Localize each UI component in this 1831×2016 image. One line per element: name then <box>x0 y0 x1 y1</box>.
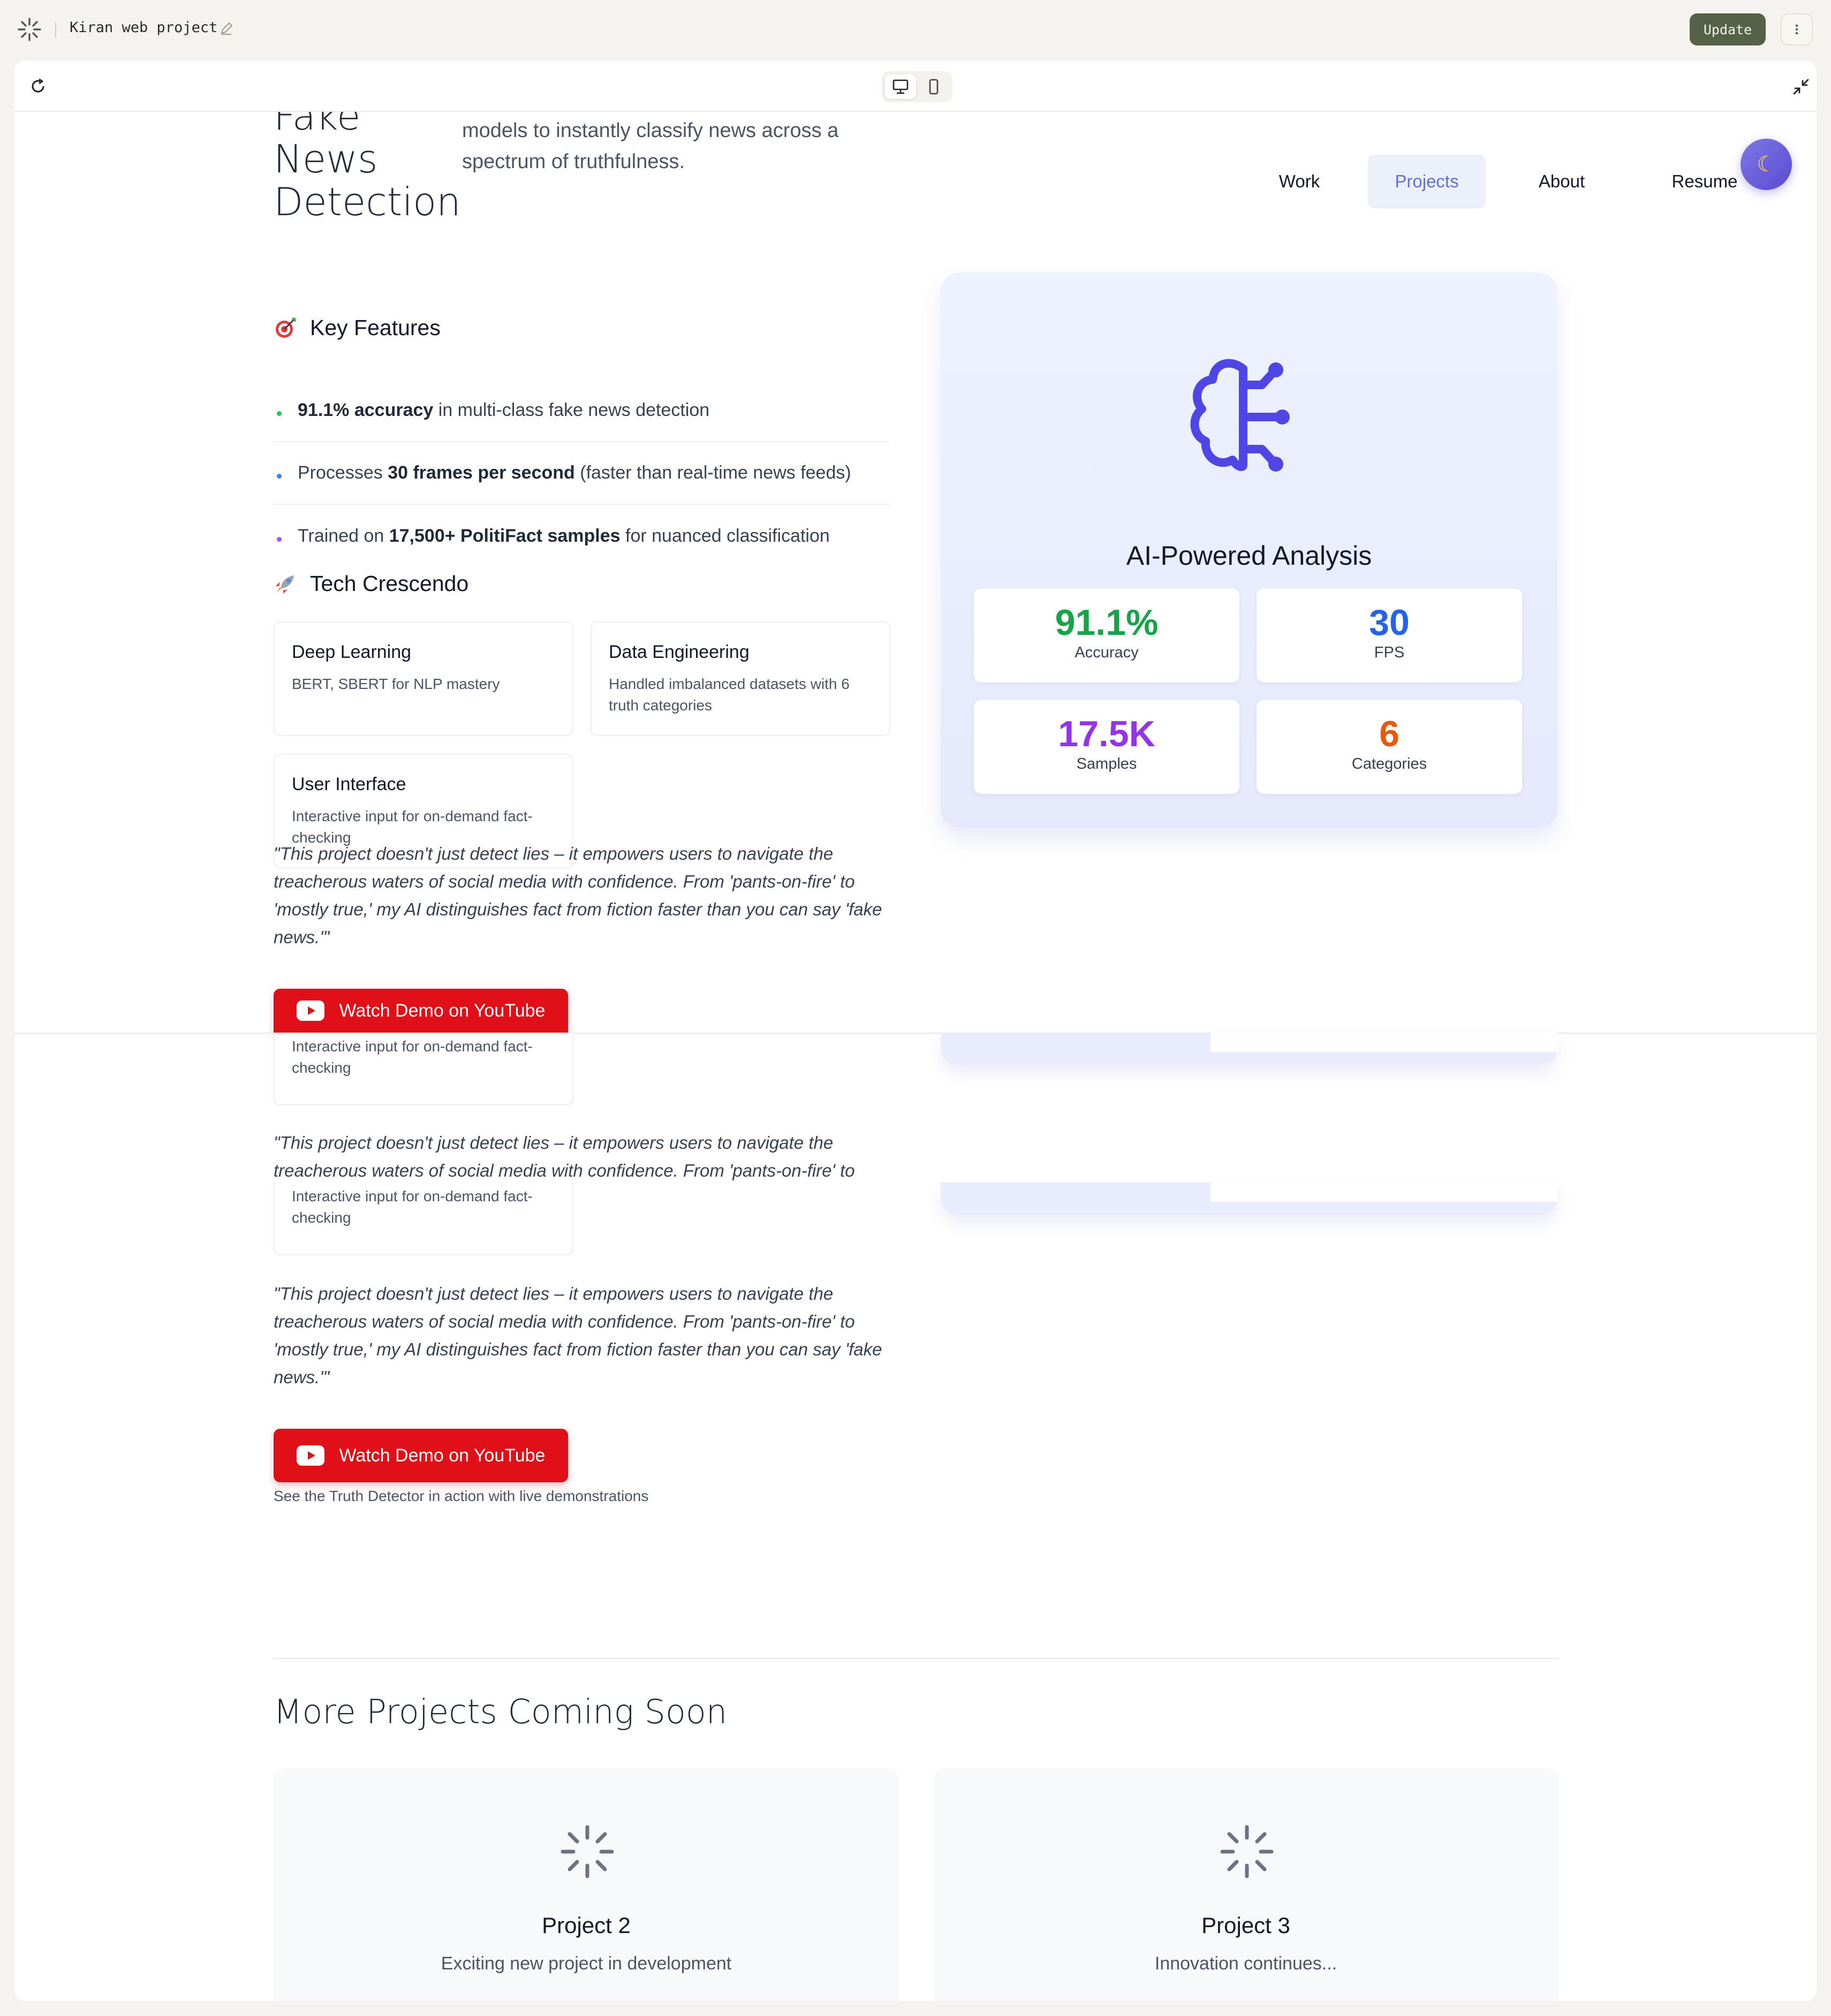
stat-label: Categories <box>1351 755 1427 772</box>
tech-card-desc: Interactive input for on-demand fact-che… <box>292 1188 533 1226</box>
mobile-view-button[interactable] <box>918 74 949 99</box>
dark-mode-toggle[interactable]: ☾ <box>1741 139 1792 190</box>
tech-card-title: Deep Learning <box>292 642 412 662</box>
project-description: models to instantly classify news across… <box>462 119 839 173</box>
project-card-desc: Innovation continues... <box>1154 1953 1337 1974</box>
tech-card-desc: BERT, SBERT for NLP mastery <box>292 676 500 692</box>
rocket-icon <box>276 575 294 594</box>
target-icon <box>276 317 296 338</box>
refresh-icon[interactable] <box>29 78 47 95</box>
youtube-button-label: Watch Demo on YouTube <box>339 1000 546 1021</box>
nav-work[interactable]: Work <box>1246 155 1353 208</box>
stat-card: 91.1% Accuracy <box>974 588 1239 683</box>
tech-card: Data Engineering Handled imbalanced data… <box>591 622 890 736</box>
bullet-dot <box>277 537 282 542</box>
section-title: Key Features <box>310 315 441 340</box>
project-quote: "This project doesn't just detect lies –… <box>274 1284 882 1387</box>
card-fragment <box>941 1183 1557 1215</box>
project-quote: "This project doesn't just detect lies –… <box>274 844 882 947</box>
device-toggle <box>882 71 952 102</box>
card-notch <box>1210 1033 1557 1052</box>
project-name[interactable]: Kiran web project <box>70 19 217 36</box>
tech-crescendo-heading: Tech Crescendo <box>274 571 468 596</box>
section-divider <box>274 1658 1558 1659</box>
project-card-2[interactable]: Project 2 Exciting new project in develo… <box>274 1768 899 2001</box>
key-features-heading: Key Features <box>274 315 441 340</box>
feature-text: Trained on 17,500+ PolitiFact samples fo… <box>298 526 830 546</box>
website-viewport: Fake News Detection models to instantly … <box>14 112 1817 2001</box>
more-vertical-icon <box>1795 24 1798 35</box>
stat-label: Accuracy <box>1075 644 1139 661</box>
project-card-3[interactable]: Project 3 Innovation continues... <box>933 1768 1558 2001</box>
stat-card: 30 FPS <box>1257 588 1522 683</box>
feature-item: 91.1% accuracy in multi-class fake news … <box>274 380 889 442</box>
stat-value: 17.5K <box>1058 714 1155 754</box>
more-options-button[interactable] <box>1781 13 1813 46</box>
youtube-demo-button[interactable]: Watch Demo on YouTube <box>274 1429 568 1482</box>
tech-card-title: User Interface <box>292 774 406 794</box>
tech-card-desc: Handled imbalanced datasets with 6 truth… <box>609 676 850 714</box>
nav-projects[interactable]: Projects <box>1368 155 1486 208</box>
nav-about[interactable]: About <box>1514 155 1610 208</box>
bullet-dot <box>277 474 282 479</box>
app-topbar: Kiran web project Update <box>0 0 1831 59</box>
smartphone-icon <box>929 79 939 95</box>
stat-value: 91.1% <box>1055 602 1159 643</box>
feature-item: Trained on 17,500+ PolitiFact samples fo… <box>274 505 889 567</box>
app-logo-icon[interactable] <box>16 16 43 43</box>
pencil-icon[interactable] <box>220 21 233 35</box>
title-line: Fake <box>274 112 361 139</box>
project-card-desc: Exciting new project in development <box>441 1953 732 1974</box>
analysis-title: AI-Powered Analysis <box>1126 541 1372 571</box>
tech-card: Deep Learning BERT, SBERT for NLP master… <box>274 622 573 736</box>
loader-icon <box>1220 1825 1274 1878</box>
feature-text: 91.1% accuracy in multi-class fake news … <box>298 400 710 420</box>
monitor-icon <box>892 79 909 94</box>
project-quote: "This project doesn't just detect lies –… <box>274 1133 855 1180</box>
more-projects-title: More Projects Coming Soon <box>274 1692 728 1731</box>
project-card-title: Project 3 <box>1201 1913 1290 1938</box>
youtube-icon <box>296 1001 324 1021</box>
loader-icon <box>561 1825 614 1878</box>
tech-card-title: Data Engineering <box>609 642 750 662</box>
project-card-title: Project 2 <box>542 1913 631 1938</box>
tech-card: Interactive input for on-demand fact-che… <box>274 1033 573 1105</box>
analysis-card: AI-Powered Analysis 91.1% Accuracy 30 FP… <box>941 272 1557 828</box>
update-button[interactable]: Update <box>1690 13 1766 46</box>
tech-card: Interactive input for on-demand fact-che… <box>274 1183 573 1255</box>
youtube-caption: See the Truth Detector in action with li… <box>274 1488 649 1504</box>
title-line: News <box>274 137 378 181</box>
minimize-icon[interactable] <box>1792 78 1810 96</box>
card-fragment <box>941 1033 1557 1065</box>
section-title: Tech Crescendo <box>310 571 469 596</box>
stat-value: 6 <box>1379 714 1399 754</box>
desktop-view-button[interactable] <box>885 74 916 99</box>
stat-card: 17.5K Samples <box>974 700 1239 794</box>
youtube-icon <box>296 1445 324 1466</box>
feature-item: Processes 30 frames per second (faster t… <box>274 442 889 505</box>
stat-label: Samples <box>1076 755 1137 772</box>
preview-frame: Fake News Detection models to instantly … <box>14 60 1817 2001</box>
moon-icon: ☾ <box>1757 153 1776 176</box>
youtube-button-label: Watch Demo on YouTube <box>339 1445 546 1466</box>
project-title: Fake News Detection <box>274 112 466 223</box>
stat-card: 6 Categories <box>1257 700 1522 794</box>
bullet-dot <box>277 411 282 416</box>
divider <box>55 22 56 37</box>
title-line: Detection <box>274 179 461 224</box>
brain-circuit-icon <box>1190 359 1290 472</box>
feature-text: Processes 30 frames per second (faster t… <box>298 463 851 483</box>
card-notch <box>1210 1183 1557 1202</box>
stat-value: 30 <box>1369 602 1410 643</box>
preview-toolbar <box>14 60 1817 112</box>
stat-label: FPS <box>1374 644 1405 661</box>
youtube-demo-button[interactable]: Watch Demo on YouTube <box>274 989 568 1033</box>
tech-card-desc: Interactive input for on-demand fact-che… <box>292 1038 533 1076</box>
